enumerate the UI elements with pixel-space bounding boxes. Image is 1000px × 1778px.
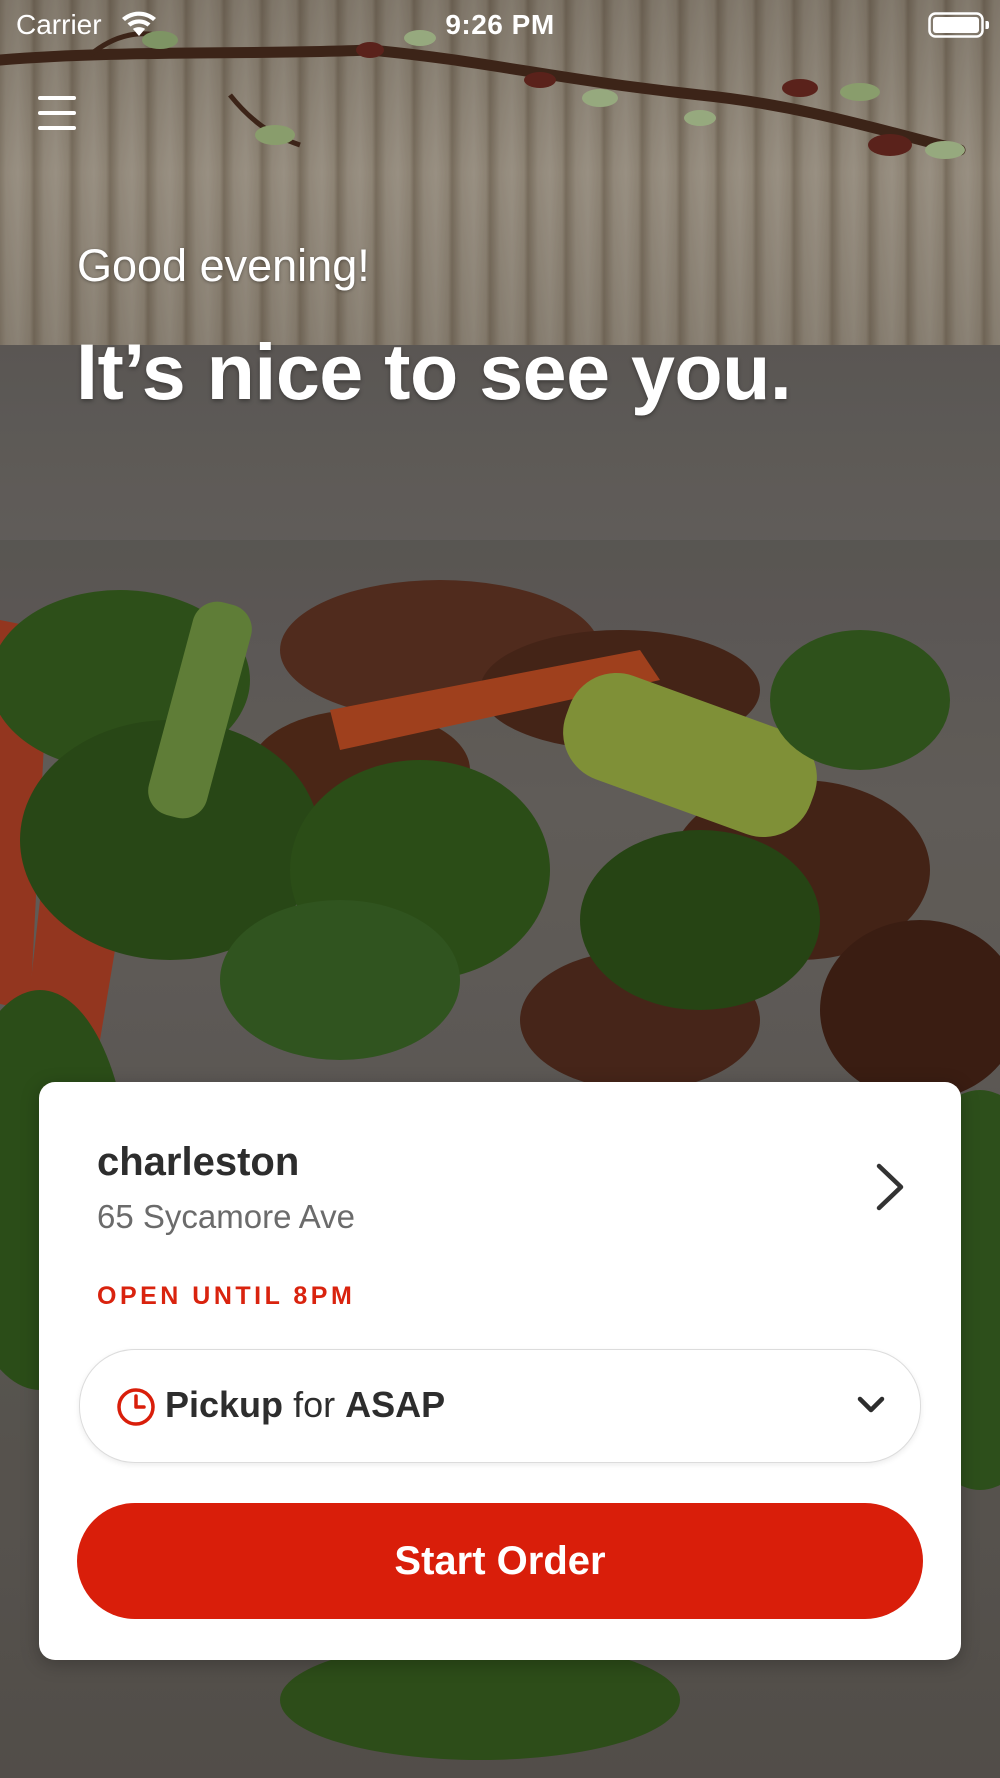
chevron-right-icon <box>876 1163 904 1211</box>
hamburger-menu-icon[interactable] <box>36 94 80 132</box>
status-time: 9:26 PM <box>445 9 555 40</box>
order-mode-label: Pickup <box>165 1384 284 1425</box>
clock-icon <box>117 1388 155 1426</box>
location-address: 65 Sycamore Ave <box>97 1198 356 1235</box>
greeting-text: Good evening! <box>77 240 370 291</box>
location-selector[interactable]: charleston 65 Sycamore Ave <box>39 1082 961 1282</box>
open-status-label: OPEN UNTIL 8PM <box>97 1282 356 1310</box>
headline-text: It’s nice to see you. <box>76 327 792 416</box>
app-screen: Carrier 9:26 PM Good evening! It’s nice … <box>0 0 1000 1778</box>
order-time-label: ASAP <box>345 1384 446 1425</box>
order-mode-selector[interactable]: Pickup for ASAP <box>79 1349 921 1463</box>
chevron-down-icon <box>857 1396 885 1413</box>
order-mode-text: Pickup for ASAP <box>165 1384 445 1426</box>
status-bar: Carrier 9:26 PM <box>0 0 1000 50</box>
battery-icon <box>928 12 989 38</box>
location-name: charleston <box>97 1140 300 1184</box>
order-mode-connector: for <box>293 1384 336 1425</box>
start-order-button[interactable]: Start Order <box>77 1503 923 1619</box>
location-card: charleston 65 Sycamore Ave OPEN UNTIL 8P… <box>39 1082 961 1660</box>
